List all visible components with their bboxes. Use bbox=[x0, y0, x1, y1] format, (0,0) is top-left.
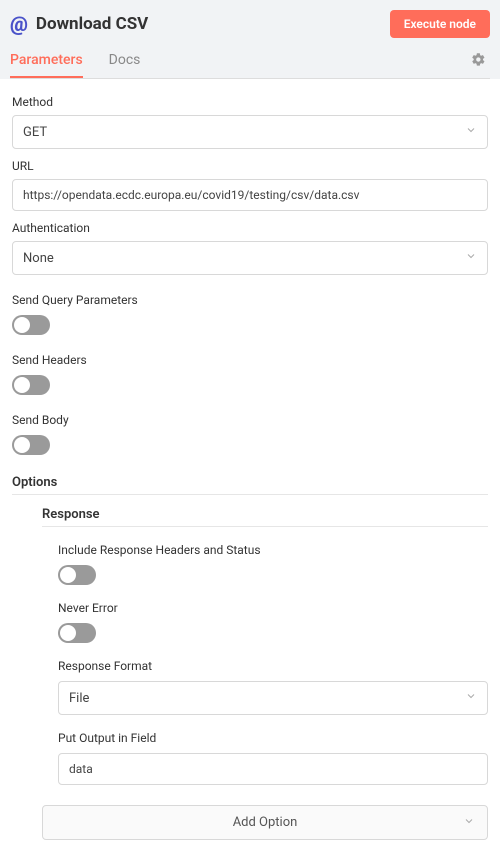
chevron-down-icon bbox=[463, 815, 475, 831]
options-label: Options bbox=[12, 475, 488, 495]
send-query-row: Send Query Parameters bbox=[12, 293, 488, 335]
response-format-label: Response Format bbox=[58, 659, 488, 673]
include-headers-toggle[interactable] bbox=[58, 565, 96, 585]
chevron-down-icon bbox=[465, 250, 477, 266]
send-query-label: Send Query Parameters bbox=[12, 293, 488, 307]
method-value: GET bbox=[23, 125, 47, 140]
include-headers-label: Include Response Headers and Status bbox=[58, 543, 488, 557]
tab-docs[interactable]: Docs bbox=[109, 44, 141, 78]
method-label: Method bbox=[12, 95, 488, 109]
body: Method GET URL Authentication None Send … bbox=[0, 79, 500, 852]
send-query-toggle[interactable] bbox=[12, 315, 50, 335]
response-format-value: File bbox=[69, 691, 89, 706]
add-option-button[interactable]: Add Option bbox=[42, 805, 488, 840]
auth-label: Authentication bbox=[12, 221, 488, 235]
url-input[interactable] bbox=[12, 179, 488, 211]
node-title: Download CSV bbox=[36, 14, 148, 34]
send-body-toggle[interactable] bbox=[12, 435, 50, 455]
response-title: Response bbox=[42, 507, 488, 527]
send-body-label: Send Body bbox=[12, 413, 488, 427]
response-format-block: Response Format File bbox=[58, 659, 488, 715]
title-row: @ Download CSV Execute node bbox=[10, 6, 490, 44]
include-headers-block: Include Response Headers and Status bbox=[58, 543, 488, 585]
response-format-select[interactable]: File bbox=[58, 681, 488, 715]
tab-parameters[interactable]: Parameters bbox=[10, 44, 83, 78]
tabs-row: Parameters Docs bbox=[10, 44, 490, 79]
send-headers-row: Send Headers bbox=[12, 353, 488, 395]
send-headers-toggle[interactable] bbox=[12, 375, 50, 395]
header: @ Download CSV Execute node Parameters D… bbox=[0, 0, 500, 79]
chevron-down-icon bbox=[465, 124, 477, 140]
send-headers-label: Send Headers bbox=[12, 353, 488, 367]
put-output-label: Put Output in Field bbox=[58, 731, 488, 745]
tabs: Parameters Docs bbox=[10, 44, 140, 78]
auth-value: None bbox=[23, 251, 54, 266]
never-error-label: Never Error bbox=[58, 601, 488, 615]
method-select[interactable]: GET bbox=[12, 115, 488, 149]
put-output-block: Put Output in Field bbox=[58, 731, 488, 785]
gear-icon[interactable] bbox=[467, 48, 490, 75]
put-output-input[interactable] bbox=[58, 753, 488, 785]
chevron-down-icon bbox=[465, 690, 477, 706]
never-error-toggle[interactable] bbox=[58, 623, 96, 643]
at-icon: @ bbox=[10, 12, 28, 36]
send-body-row: Send Body bbox=[12, 413, 488, 455]
response-block: Response bbox=[42, 507, 488, 527]
auth-select[interactable]: None bbox=[12, 241, 488, 275]
execute-node-button[interactable]: Execute node bbox=[390, 10, 490, 38]
url-label: URL bbox=[12, 159, 488, 173]
title-left: @ Download CSV bbox=[10, 12, 148, 36]
never-error-block: Never Error bbox=[58, 601, 488, 643]
add-option-label: Add Option bbox=[233, 815, 298, 830]
